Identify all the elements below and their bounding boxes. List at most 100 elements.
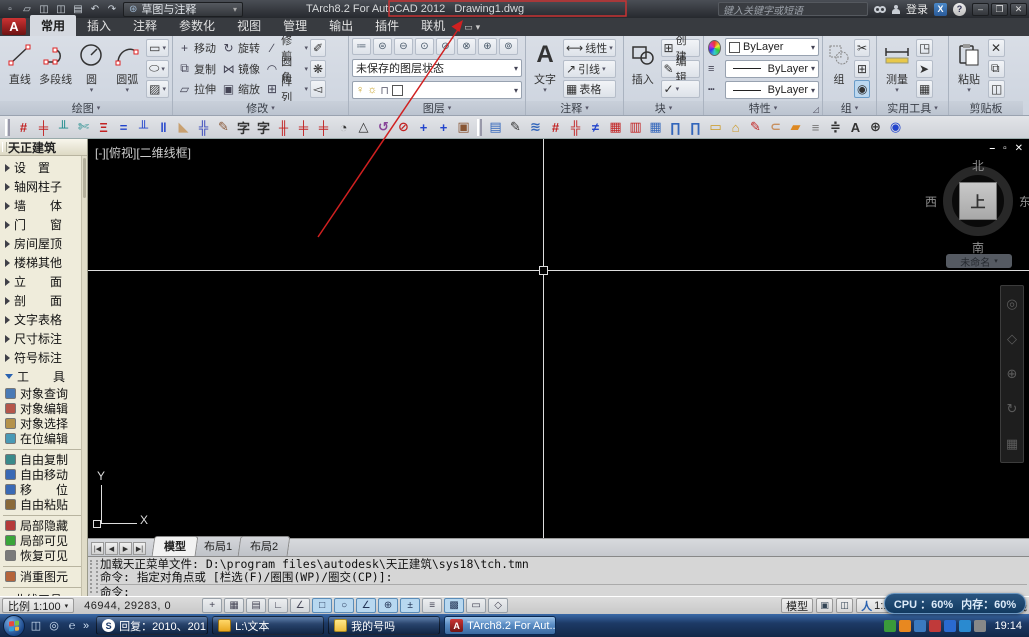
quick-launch-icon[interactable]: ℮ xyxy=(64,618,80,634)
annotate-tool-button[interactable]: ▦ 表格 xyxy=(563,80,616,98)
palette-menu-item[interactable]: 设 置 xyxy=(0,158,87,177)
palette-menu-item[interactable]: 楼梯其他 xyxy=(0,253,87,272)
prev-tab-button[interactable]: ◀ xyxy=(105,542,118,555)
minimize-button[interactable]: – xyxy=(972,3,989,16)
palette-menu-item[interactable]: 轴网柱子 xyxy=(0,177,87,196)
tarch-tool-button[interactable]: ◣ xyxy=(174,118,193,137)
group-button[interactable]: 组 xyxy=(826,38,852,99)
group-select-toggle[interactable]: ◉ xyxy=(854,80,870,98)
erase-button[interactable]: ✐ xyxy=(310,39,326,57)
quick-launch-overflow[interactable]: » xyxy=(83,620,89,632)
viewport-controls[interactable]: [-][俯视][二维线框] xyxy=(95,144,191,161)
tarch-tool-button[interactable]: ▥ xyxy=(626,118,645,137)
scale-button[interactable]: 比例 1:100 ▾ xyxy=(2,598,74,613)
tarch-tool-button[interactable]: ╨ xyxy=(54,118,73,137)
palette-menu-item[interactable]: 立 面 xyxy=(0,272,87,291)
status-toggle-button[interactable]: ▤ xyxy=(246,598,266,613)
layout-tab[interactable]: 布局2 xyxy=(238,536,291,556)
linetype-combo[interactable]: ByLayer ▾ xyxy=(725,81,819,99)
tarch-tool-button[interactable]: ▤ xyxy=(486,118,505,137)
palette-scrollbar[interactable] xyxy=(81,156,87,596)
annotate-tool-button[interactable]: ⟷ 线性 ▾ xyxy=(563,39,616,57)
layer-tool-button[interactable]: ⊚ xyxy=(499,38,518,55)
join-button[interactable]: ◅ xyxy=(310,80,326,98)
palette-menu-item[interactable]: 尺寸标注 xyxy=(0,329,87,348)
doc-minimize-button[interactable]: – xyxy=(990,143,996,154)
navbar-tool-icon[interactable]: ⊕ xyxy=(1007,366,1018,382)
clock[interactable]: 19:14 xyxy=(994,620,1022,632)
panel-label-modify[interactable]: 修改▾ xyxy=(173,101,348,115)
tarch-tool-button[interactable]: ≑ xyxy=(826,118,845,137)
paste-special-button[interactable]: ◳ xyxy=(916,39,933,57)
tarch-tool-button[interactable]: 字 xyxy=(234,118,253,137)
exchange-icon[interactable]: X xyxy=(934,3,947,16)
quick-select-button[interactable]: ➤ xyxy=(916,60,933,78)
tarch-tool-button[interactable]: ⊂ xyxy=(766,118,785,137)
panel-label-layers[interactable]: 图层▾ xyxy=(349,101,525,115)
tarch-tool-button[interactable]: ⌂ xyxy=(726,118,745,137)
ribbon-tab[interactable]: 插入 xyxy=(76,15,122,36)
modify-tool-button[interactable]: ⋈ 镜像 xyxy=(220,59,264,79)
viewcube-west[interactable]: 西 xyxy=(925,193,937,210)
tarch-tool-button[interactable]: ≠ xyxy=(586,118,605,137)
palette-menu-item[interactable]: 工 具 xyxy=(0,367,87,386)
close-button[interactable]: ✕ xyxy=(1010,3,1027,16)
coordinates-readout[interactable]: 46944, 29283, 0 xyxy=(78,600,198,612)
tarch-tool-button[interactable]: ⊘ xyxy=(394,118,413,137)
tarch-tool-button[interactable]: 字 xyxy=(254,118,273,137)
tarch-tool-button[interactable]: ╪ xyxy=(34,118,53,137)
ellipse-tool-button[interactable]: ⬭▾ xyxy=(146,60,169,78)
tray-icon[interactable] xyxy=(914,620,926,632)
panel-label-clipboard[interactable]: 剪贴板 xyxy=(949,101,1023,115)
text-button[interactable]: A 文字 ▾ xyxy=(529,38,561,99)
viewcube-north[interactable]: 北 xyxy=(933,157,1023,174)
ungroup-button[interactable]: ✂ xyxy=(854,39,870,57)
ribbon-minimize-control[interactable]: ▭ ▾ xyxy=(464,22,480,36)
tarch-tool-button[interactable]: ▦ xyxy=(606,118,625,137)
tarch-tool-button[interactable]: A xyxy=(846,118,865,137)
tarch-tool-button[interactable]: ▰ xyxy=(786,118,805,137)
application-menu-button[interactable]: A xyxy=(2,18,26,35)
hatch-tool-button[interactable]: ▨▾ xyxy=(146,80,169,98)
tarch-tool-button[interactable]: Ξ xyxy=(94,118,113,137)
tarch-tool-button[interactable]: ╬ xyxy=(566,118,585,137)
panel-label-group[interactable]: 组▾ xyxy=(823,101,876,115)
modify-tool-button[interactable]: ⊞ 阵列 ▾ xyxy=(264,79,308,99)
navbar-tool-icon[interactable]: ▦ xyxy=(1006,436,1018,452)
palette-menu-item[interactable]: 墙 体 xyxy=(0,196,87,215)
command-window[interactable]: 加载天正菜单文件: D:\program files\autodesk\天正建筑… xyxy=(88,556,1029,596)
status-toggle-button[interactable]: ∟ xyxy=(268,598,288,613)
modify-tool-button[interactable]: ▱ 拉伸 xyxy=(176,79,220,99)
lineweight-icon[interactable]: ≡ xyxy=(708,61,721,77)
status-toggle-button[interactable]: □ xyxy=(312,598,332,613)
panel-label-block[interactable]: 块▾ xyxy=(624,101,703,115)
taskbar-button[interactable]: L:\文本 xyxy=(212,616,324,635)
ribbon-tab[interactable]: 联机 xyxy=(410,15,456,36)
layer-tool-button[interactable]: ≔ xyxy=(352,38,371,55)
layer-state-combo[interactable]: 未保存的图层状态 ▾ xyxy=(352,59,522,77)
tarch-tool-button[interactable]: ▣ xyxy=(454,118,473,137)
tarch-tool-button[interactable]: ✎ xyxy=(506,118,525,137)
status-toggle-button[interactable]: ▭ xyxy=(466,598,486,613)
tarch-tool-button[interactable]: ∏ xyxy=(686,118,705,137)
layer-tool-button[interactable]: ⊕ xyxy=(478,38,497,55)
modify-tool-button[interactable]: + 移动 xyxy=(176,38,220,58)
tray-icon[interactable] xyxy=(944,620,956,632)
tarch-tool-button[interactable]: ⊕ xyxy=(866,118,885,137)
navbar-tool-icon[interactable]: ◇ xyxy=(1007,331,1017,347)
group-edit-button[interactable]: ⊞ xyxy=(854,60,870,78)
tarch-tool-button[interactable]: ≋ xyxy=(526,118,545,137)
doc-restore-button[interactable]: ▫ xyxy=(1003,143,1007,154)
status-toggle-button[interactable]: ◇ xyxy=(488,598,508,613)
layout-tab[interactable]: 布局1 xyxy=(192,536,245,556)
ribbon-tab[interactable]: 常用 xyxy=(30,15,76,36)
quick-launch-icon[interactable]: ◫ xyxy=(28,618,44,634)
status-toggle-button[interactable]: ▩ xyxy=(444,598,464,613)
tarch-tool-button[interactable]: ✎ xyxy=(214,118,233,137)
linetype-icon[interactable]: ┅ xyxy=(708,81,721,97)
layout-icon[interactable]: ▣ xyxy=(816,598,833,613)
taskbar-button[interactable]: S 回复：2010、201... xyxy=(96,616,208,635)
status-toggle-button[interactable]: ∠ xyxy=(290,598,310,613)
layer-tool-button[interactable]: ⊙ xyxy=(415,38,434,55)
taskbar-button[interactable]: 我的号吗 xyxy=(328,616,440,635)
